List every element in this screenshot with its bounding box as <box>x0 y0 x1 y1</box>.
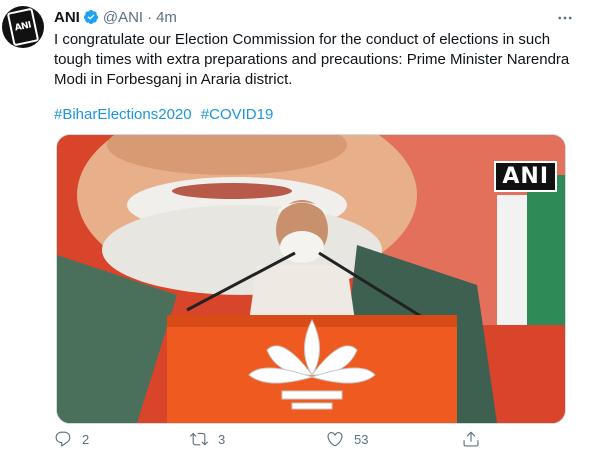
share-button[interactable] <box>462 430 490 448</box>
verified-badge-icon <box>83 9 99 25</box>
reply-button[interactable]: 2 <box>54 430 89 448</box>
author-handle[interactable]: @ANI <box>103 9 143 26</box>
author-avatar[interactable]: ANI <box>2 6 44 48</box>
like-icon <box>327 432 343 447</box>
reply-count: 2 <box>82 431 90 447</box>
tweet[interactable]: ANI ANI @ANI · 4m I congratulate our Ele… <box>0 0 589 462</box>
like-button[interactable]: 53 <box>326 430 368 448</box>
reply-icon <box>55 431 71 447</box>
hashtag-biharelections2020[interactable]: #BiharElections2020 <box>54 106 192 123</box>
tweet-text: I congratulate our Election Commission f… <box>54 31 570 88</box>
tweet-header: ANI @ANI · 4m <box>54 7 177 27</box>
retweet-count: 3 <box>218 431 226 447</box>
like-count: 53 <box>354 431 369 447</box>
tweet-media-image[interactable]: ANI <box>56 134 566 424</box>
separator-dot: · <box>147 8 153 26</box>
share-icon <box>463 431 479 447</box>
tweet-actions: 2 3 53 <box>54 430 484 452</box>
retweet-icon <box>190 432 208 446</box>
hashtag-covid19[interactable]: #COVID19 <box>201 106 274 123</box>
tweet-timestamp[interactable]: 4m <box>156 9 177 26</box>
retweet-button[interactable]: 3 <box>190 430 225 448</box>
rally-photo <box>57 135 565 423</box>
more-icon[interactable] <box>553 8 577 28</box>
ani-watermark: ANI <box>494 161 557 192</box>
author-name[interactable]: ANI <box>54 9 80 26</box>
hashtags: #BiharElections2020 #COVID19 <box>54 105 278 125</box>
ani-logo: ANI <box>6 7 40 47</box>
